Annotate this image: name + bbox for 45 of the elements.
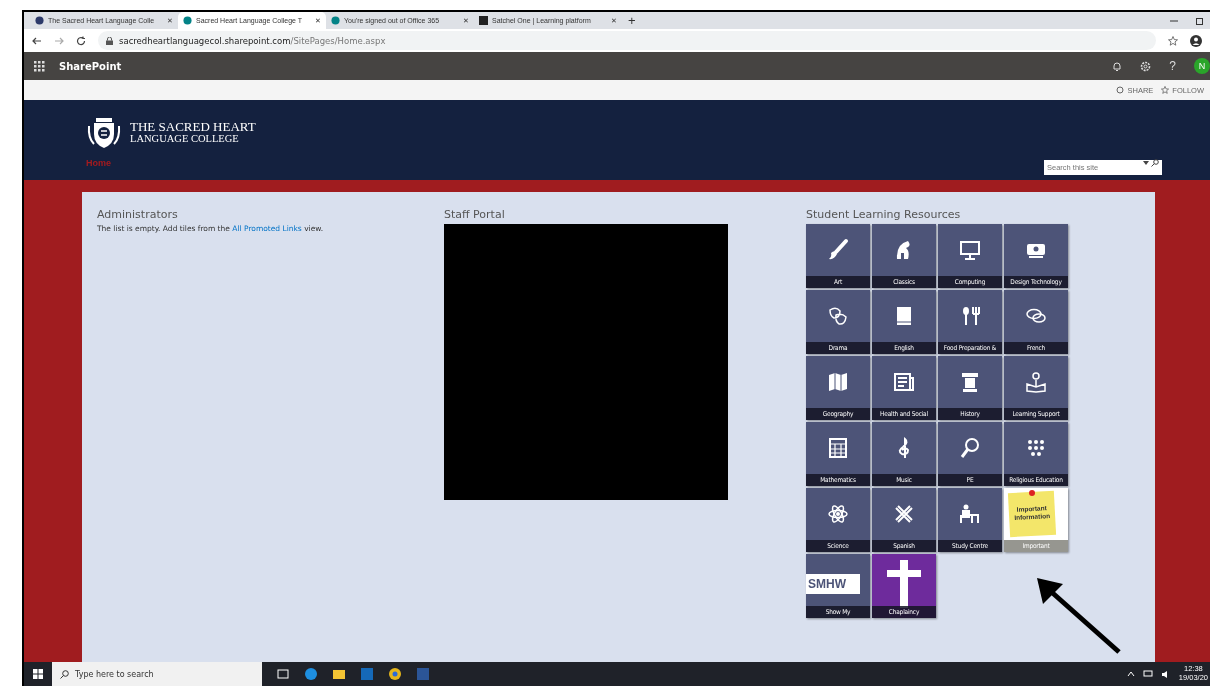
profile-icon[interactable] [1190, 34, 1202, 47]
network-icon[interactable] [1142, 669, 1153, 679]
sharepoint-icon [331, 16, 340, 26]
reload-icon[interactable] [76, 35, 86, 46]
star-icon[interactable] [1168, 35, 1178, 46]
reader-icon [1024, 370, 1048, 394]
newspaper-icon [892, 370, 916, 394]
desk-icon [958, 502, 982, 526]
search-icon[interactable] [1151, 159, 1159, 168]
chrome-icon[interactable] [388, 667, 402, 681]
settings-icon[interactable] [1140, 60, 1152, 72]
atom-icon [826, 502, 850, 526]
taskbar-search-field[interactable]: Type here to search [52, 662, 262, 686]
bell-icon[interactable] [1112, 60, 1123, 72]
search-icon [60, 669, 69, 679]
address-bar[interactable]: sacredheartlanguagecol.sharepoint.com/SitePages/Home.aspx [98, 31, 1156, 51]
section-title: Student Learning Resources [806, 208, 962, 221]
help-button[interactable]: ? [1169, 59, 1176, 74]
app-launcher-icon[interactable] [34, 60, 45, 72]
edge-icon[interactable] [304, 667, 318, 681]
chevron-up-icon[interactable] [1126, 671, 1135, 677]
task-view-icon[interactable] [276, 667, 290, 681]
sharepoint-icon [183, 16, 192, 26]
restore-icon[interactable] [1196, 16, 1204, 25]
section-title: Administrators [97, 208, 179, 221]
map-icon [826, 370, 850, 394]
lock-icon [106, 36, 113, 45]
star-icon [1161, 86, 1170, 95]
brush-icon [826, 238, 850, 262]
college-name: THE SACRED HEART LANGUAGE COLLEGE [130, 120, 256, 145]
new-tab-button[interactable]: + [628, 13, 636, 29]
banner-text: SMHW [806, 574, 860, 594]
monitor-icon [958, 238, 982, 262]
section-title: Staff Portal [444, 208, 506, 221]
share-icon [1116, 86, 1125, 95]
s-logo-icon [479, 16, 488, 26]
crest-icon [35, 16, 44, 26]
outlook-icon[interactable] [360, 667, 374, 681]
windows-start-icon[interactable] [33, 669, 43, 679]
dropdown-icon[interactable] [1143, 161, 1149, 166]
back-icon[interactable] [32, 35, 42, 46]
pin-icon [1029, 490, 1035, 496]
folder-icon[interactable] [332, 667, 346, 681]
calculator-icon [826, 436, 850, 460]
suite-title[interactable]: SharePoint [59, 60, 122, 72]
